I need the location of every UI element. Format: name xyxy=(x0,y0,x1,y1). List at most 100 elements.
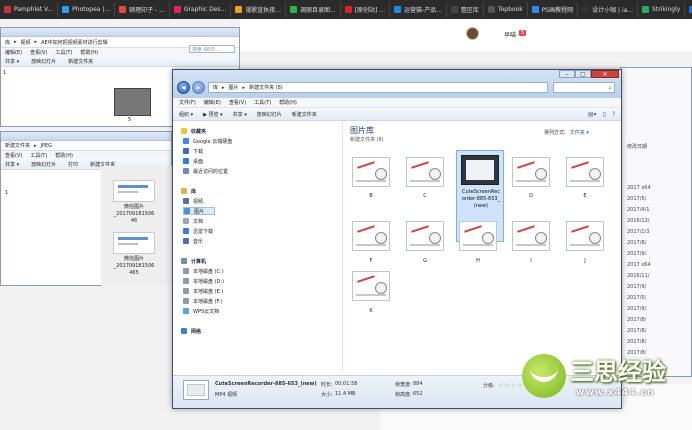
browser-tab-label: 设计小咖 | ia... xyxy=(592,7,634,14)
close-button[interactable]: ✕ xyxy=(591,70,619,78)
browser-tab[interactable]: Photopea |... xyxy=(58,2,116,17)
nav-drive-c[interactable]: 本地磁盘 (C:) xyxy=(183,267,224,275)
file-tile[interactable] xyxy=(350,269,392,306)
nav-wps-cloud[interactable]: WPS云文档 xyxy=(183,307,219,315)
image-thumbnail[interactable] xyxy=(113,232,155,254)
favorites-group[interactable]: 收藏夹 xyxy=(181,127,206,135)
nav-recent[interactable]: 最近访问的位置 xyxy=(183,167,228,175)
main-address-bar[interactable]: 库 ▸ 图片 ▸ 新建文件夹 (8) xyxy=(208,82,548,93)
address-crumb[interactable]: 库 xyxy=(5,39,10,46)
organize-button[interactable]: 组织 ▾ xyxy=(179,111,193,118)
file-tile[interactable] xyxy=(510,155,552,192)
share-button[interactable]: 共享 ▾ xyxy=(5,58,19,65)
browser-tab[interactable]: Pamphlet V... xyxy=(0,2,59,17)
preview-pane-icon[interactable]: ▯ xyxy=(603,111,606,118)
browser-tab[interactable]: 整区库 xyxy=(447,2,484,17)
video-icon xyxy=(183,198,189,204)
menu-item[interactable]: 工具(T) xyxy=(55,49,72,56)
browser-tab[interactable]: Pricing Infor... xyxy=(685,2,692,17)
print-button[interactable]: 打印 xyxy=(68,161,78,168)
address-crumb[interactable]: AE中如何把视频素材进行剪辑 xyxy=(41,39,108,46)
slideshow-button[interactable]: 放映幻灯片 xyxy=(31,161,56,168)
browser-tab[interactable]: 漫歌宣执夜... xyxy=(231,2,286,17)
menu-help[interactable]: 帮助(H) xyxy=(279,99,297,106)
browser-tab[interactable]: Graphic Des... xyxy=(170,2,232,17)
view-options-icon[interactable]: ▤▾ xyxy=(588,111,597,118)
slideshow-button[interactable]: 放映幻灯片 xyxy=(257,111,282,118)
new-folder-button[interactable]: 新建文件夹 xyxy=(68,58,93,65)
file-tile[interactable] xyxy=(564,155,606,192)
minimize-button[interactable]: – xyxy=(559,70,575,78)
menu-item[interactable]: 工具(T) xyxy=(30,152,47,159)
file-tile[interactable] xyxy=(350,155,392,192)
address-crumb[interactable]: 库 xyxy=(213,84,218,91)
library-subtitle[interactable]: 新建文件夹 (8) xyxy=(350,136,384,143)
computer-group[interactable]: 计算机 xyxy=(181,257,206,265)
browser-tab[interactable]: 调丽目录图... xyxy=(286,2,341,17)
image-thumbnail[interactable] xyxy=(113,180,155,202)
forward-button[interactable]: ▸ xyxy=(192,81,205,94)
nav-documents[interactable]: 文档 xyxy=(183,217,203,225)
back-button[interactable]: ◂ xyxy=(177,81,190,94)
window-a-title-bar[interactable] xyxy=(1,28,239,37)
browser-tab[interactable]: 设计小咖 | ia... xyxy=(578,2,639,17)
address-crumb[interactable]: JPEG xyxy=(41,143,53,149)
video-thumbnail[interactable] xyxy=(114,88,151,116)
avatar[interactable] xyxy=(466,27,479,40)
browser-tab[interactable]: [原创站] ... xyxy=(341,2,391,17)
browser-tab[interactable]: Strikingly xyxy=(638,2,686,17)
file-tile[interactable] xyxy=(510,219,552,256)
address-crumb[interactable]: 视频 xyxy=(21,39,31,46)
arrange-dropdown[interactable]: 文件夹 ▾ xyxy=(570,129,589,136)
address-crumb[interactable]: 图片 xyxy=(229,84,239,91)
file-tile[interactable] xyxy=(350,219,392,256)
menu-item[interactable]: 查看(V) xyxy=(5,152,22,159)
nav-desktop[interactable]: 桌面 xyxy=(183,157,203,165)
main-title-bar[interactable]: – □ ✕ ◂ ▸ 库 ▸ 图片 ▸ 新建文件夹 (8) ⌕ xyxy=(173,70,621,98)
share-button[interactable]: 共享 ▾ xyxy=(5,161,19,168)
menu-item[interactable]: 帮助(H) xyxy=(55,152,73,159)
help-icon[interactable]: ? xyxy=(612,111,615,118)
browser-tab[interactable]: 顿理印子 - ... xyxy=(115,2,170,17)
nav-drive-f[interactable]: 本地磁盘 (F:) xyxy=(183,297,223,305)
menu-item[interactable]: 帮助(H) xyxy=(80,49,98,56)
browser-tab[interactable]: PS画教程网 xyxy=(528,2,579,17)
menu-view[interactable]: 查看(V) xyxy=(229,99,246,106)
nav-google-drive[interactable]: Google 云端硬盘 xyxy=(183,137,232,145)
date-column-header[interactable]: 修改日期 xyxy=(627,143,647,150)
browser-tab[interactable]: 运营猫-产品... xyxy=(390,2,447,17)
preview-button[interactable]: ▶ 预览 ▾ xyxy=(203,111,223,118)
file-tile[interactable] xyxy=(457,219,499,256)
frame-width-label: 帧宽度: xyxy=(395,382,412,388)
menu-item[interactable]: 查看(V) xyxy=(30,49,47,56)
nav-drive-d[interactable]: 本地磁盘 (D:) xyxy=(183,277,224,285)
explorer-window-b: 新建文件夹 ▸ JPEG 查看(V) 工具(T) 帮助(H) 共享 ▾ 放映幻灯片… xyxy=(0,131,173,286)
file-tile[interactable] xyxy=(404,155,446,192)
nav-thunder-downloads[interactable]: 迅雷下载 xyxy=(183,227,213,235)
file-tile[interactable] xyxy=(404,219,446,256)
nav-pictures[interactable]: 图片 xyxy=(183,207,216,215)
browser-tab[interactable]: Topbook xyxy=(484,2,528,17)
nav-videos[interactable]: 视频 xyxy=(183,197,203,205)
menu-item[interactable]: 编辑(E) xyxy=(5,49,22,56)
address-crumb[interactable]: 新建文件夹 (8) xyxy=(249,84,283,91)
menu-file[interactable]: 文件(F) xyxy=(179,99,196,106)
nav-drive-e[interactable]: 本地磁盘 (E:) xyxy=(183,287,223,295)
file-tile[interactable] xyxy=(564,219,606,256)
search-input[interactable]: 搜索 AE中... xyxy=(189,45,235,53)
menu-tools[interactable]: 工具(T) xyxy=(254,99,271,106)
main-search-input[interactable]: ⌕ xyxy=(553,82,615,93)
slideshow-button[interactable]: 放映幻灯片 xyxy=(31,58,56,65)
network-group[interactable]: 网络 xyxy=(181,327,201,335)
username[interactable]: 早喵 xyxy=(504,30,516,39)
window-b-title-bar[interactable] xyxy=(1,132,171,141)
new-folder-button[interactable]: 新建文件夹 xyxy=(292,111,317,118)
share-button[interactable]: 共享 ▾ xyxy=(233,111,247,118)
library-group[interactable]: 库 xyxy=(181,187,196,195)
menu-edit[interactable]: 编辑(E) xyxy=(204,99,221,106)
nav-downloads[interactable]: 下载 xyxy=(183,147,203,155)
address-crumb[interactable]: 新建文件夹 xyxy=(5,142,30,149)
window-b-address-bar[interactable]: 新建文件夹 ▸ JPEG xyxy=(1,141,171,151)
maximize-button[interactable]: □ xyxy=(575,70,591,78)
nav-music[interactable]: 音乐 xyxy=(183,237,203,245)
